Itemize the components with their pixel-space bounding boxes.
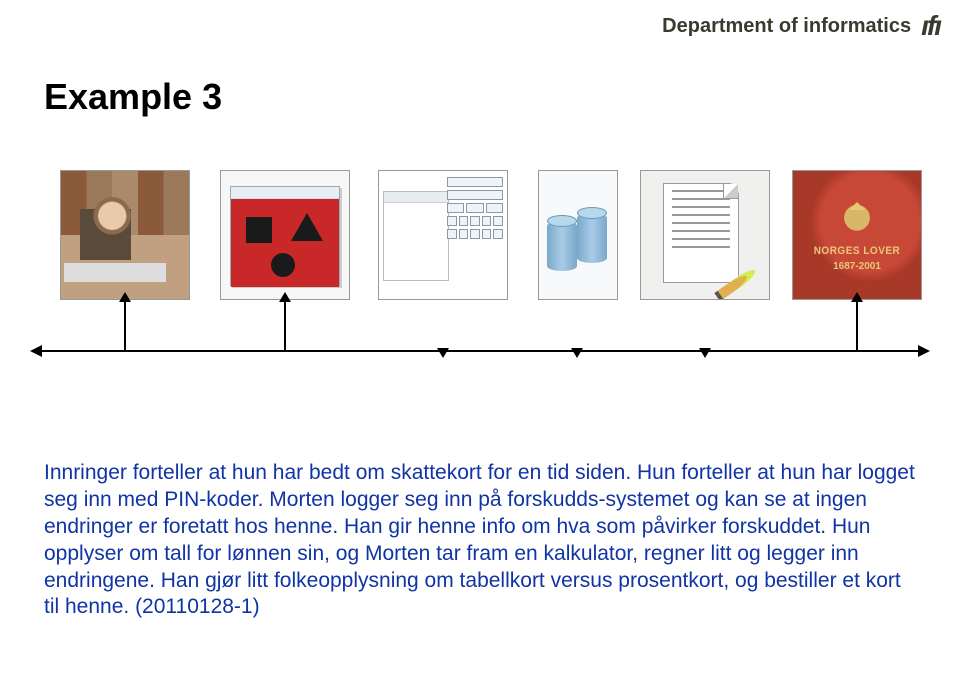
axis-tick bbox=[284, 300, 286, 350]
coat-of-arms-icon bbox=[837, 198, 877, 242]
concept-diagram: NORGES LOVER 1687-2001 bbox=[0, 170, 960, 410]
body-paragraph: Innringer forteller at hun har bedt om s… bbox=[44, 460, 916, 621]
horizontal-axis bbox=[40, 350, 920, 352]
image-system-diagram bbox=[378, 170, 508, 300]
image-law-book: NORGES LOVER 1687-2001 bbox=[792, 170, 922, 300]
slide-header: Department of informatics ıfı bbox=[662, 10, 940, 42]
book-years: 1687-2001 bbox=[833, 261, 881, 272]
ifi-logo: ıfı bbox=[921, 10, 940, 42]
image-databases bbox=[538, 170, 618, 300]
image-user-at-laptop bbox=[60, 170, 190, 300]
axis-tick bbox=[856, 300, 858, 350]
page-title: Example 3 bbox=[44, 76, 222, 118]
axis-tick bbox=[124, 300, 126, 350]
image-shape-sorter bbox=[220, 170, 350, 300]
department-label: Department of informatics bbox=[662, 15, 911, 38]
image-document-pen bbox=[640, 170, 770, 300]
book-title: NORGES LOVER bbox=[814, 245, 901, 257]
